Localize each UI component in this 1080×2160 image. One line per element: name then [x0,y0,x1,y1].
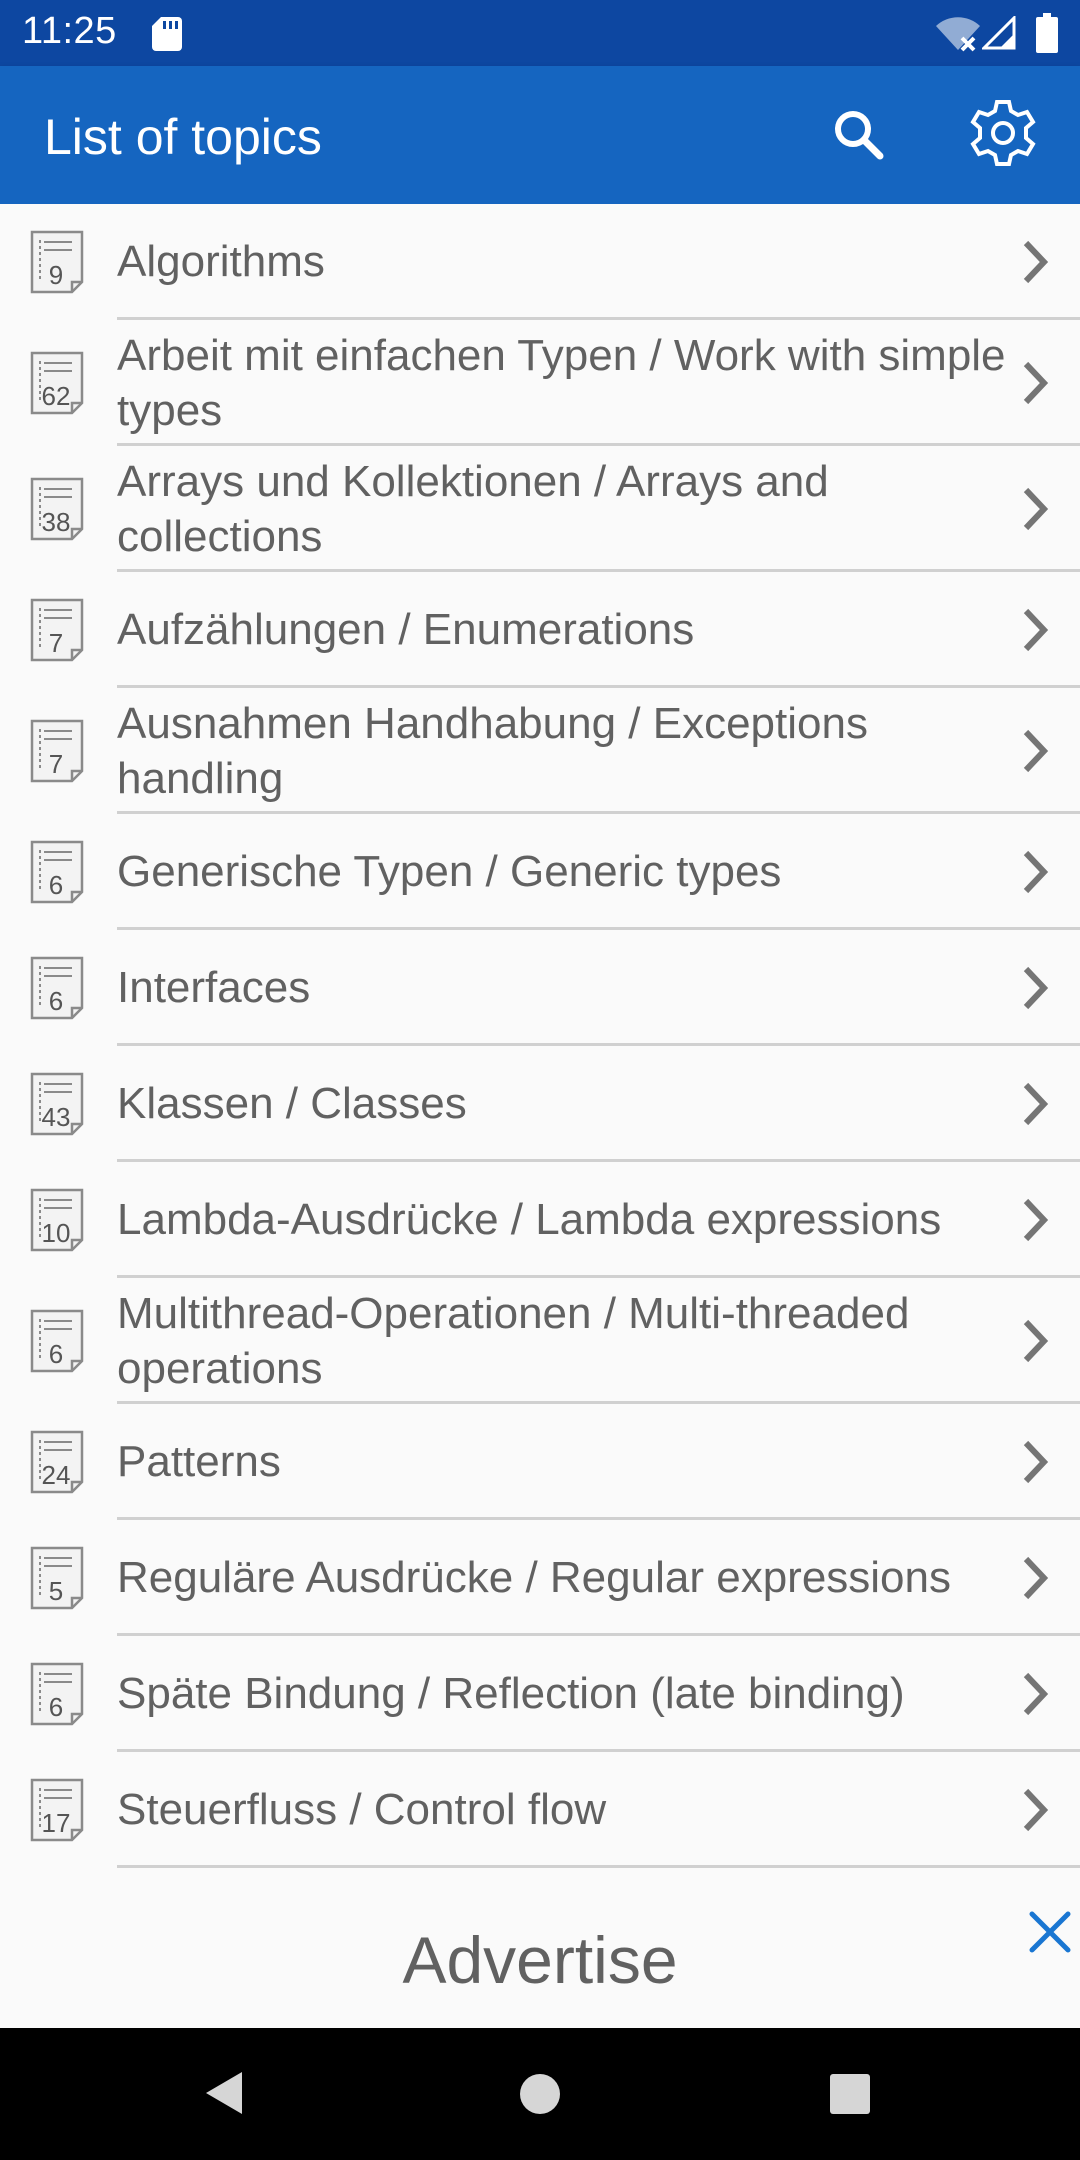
list-item[interactable]: 43 Klassen / Classes [0,1046,1080,1162]
document-count-icon: 17 [30,1778,86,1842]
close-icon[interactable] [1024,1906,1076,1958]
recents-icon[interactable] [828,2072,872,2116]
chevron-right-icon [1023,608,1049,652]
ad-text: Advertise [402,1923,678,1997]
document-count-icon: 6 [30,1309,86,1373]
document-count-icon: 43 [30,1072,86,1136]
document-count-icon: 62 [30,351,86,415]
ad-banner[interactable]: Advertise [0,1884,1080,2028]
topic-label: Interfaces [117,963,311,1012]
chevron-right-icon [1023,1319,1049,1363]
topic-label: Steuerfluss / Control flow [117,1785,607,1834]
document-count-icon: 10 [30,1188,86,1252]
document-count-icon: 6 [30,956,86,1020]
topic-count: 10 [41,1218,71,1248]
document-count-icon: 7 [30,598,86,662]
app-bar: List of topics [0,66,1080,204]
topic-count: 7 [48,749,64,779]
topic-count: 6 [48,1339,64,1369]
topic-count: 9 [48,260,64,290]
list-item[interactable]: 62 Arbeit mit einfachen Typen / Work with… [0,320,1080,446]
back-icon[interactable] [202,2068,246,2118]
battery-icon [1036,13,1058,53]
page-title: List of topics [44,109,322,165]
chevron-right-icon [1023,487,1049,531]
topic-count: 6 [48,870,64,900]
topic-label: Multithread-Operationen / Multi-threaded… [117,1289,910,1393]
topic-label: Arbeit mit einfachen Typen / Work with s… [117,331,1006,435]
topic-count: 5 [48,1576,64,1606]
document-count-icon: 24 [30,1430,86,1494]
chevron-right-icon [1023,1082,1049,1126]
status-bar: 11:25 [0,0,1080,66]
topic-label: Algorithms [117,237,325,286]
document-count-icon: 7 [30,719,86,783]
list-item[interactable]: 9 Algorithms [0,204,1080,320]
topic-list[interactable]: 9 Algorithms 62 Arbeit mit einfachen Typen … [0,204,1080,1884]
list-item[interactable]: 24 Patterns [0,1404,1080,1520]
gear-icon[interactable] [966,96,1040,170]
chevron-right-icon [1023,1788,1049,1832]
list-item[interactable]: 5 Reguläre Ausdrücke / Regular expression… [0,1520,1080,1636]
search-icon[interactable] [826,102,892,168]
home-icon[interactable] [518,2072,562,2116]
topic-count: 17 [41,1808,71,1838]
topic-label: Reguläre Ausdrücke / Regular expressions [117,1553,952,1602]
chevron-right-icon [1023,1440,1049,1484]
topic-count: 62 [41,381,71,411]
topic-count: 6 [48,986,64,1016]
list-item[interactable]: 7 Ausnahmen Handhabung / Exceptions handl… [0,688,1080,814]
topic-count: 43 [41,1102,71,1132]
chevron-right-icon [1023,240,1049,284]
topic-count: 6 [48,1692,64,1722]
chevron-right-icon [1023,850,1049,894]
topic-count: 7 [48,628,64,658]
chevron-right-icon [1023,1672,1049,1716]
signal-icon [982,16,1016,50]
document-count-icon: 5 [30,1546,86,1610]
topic-label: Patterns [117,1437,281,1486]
document-count-icon: 9 [30,230,86,294]
list-item[interactable]: 17 Steuerfluss / Control flow [0,1752,1080,1868]
list-item[interactable]: 10 Lambda-Ausdrücke / Lambda expressions [0,1162,1080,1278]
list-item[interactable]: 38 Arrays und Kollektionen / Arrays and c… [0,446,1080,572]
list-item[interactable]: 6 Interfaces [0,930,1080,1046]
sd-card-icon [152,17,182,51]
chevron-right-icon [1023,1556,1049,1600]
status-time: 11:25 [22,10,117,52]
list-item[interactable]: 6 Generische Typen / Generic types [0,814,1080,930]
topic-label: Klassen / Classes [117,1079,467,1128]
system-nav-bar [0,2028,1080,2160]
list-item[interactable]: Strukturen (Datensätze) / Structures [0,1868,1080,1884]
chevron-right-icon [1023,1198,1049,1242]
chevron-right-icon [1023,729,1049,773]
document-count-icon: 38 [30,477,86,541]
topic-label: Generische Typen / Generic types [117,847,782,896]
list-item[interactable]: 6 Späte Bindung / Reflection (late bindin… [0,1636,1080,1752]
list-item[interactable]: 6 Multithread-Operationen / Multi-threade… [0,1278,1080,1404]
chevron-right-icon [1023,966,1049,1010]
topic-label: Späte Bindung / Reflection (late binding… [117,1669,905,1718]
topic-count: 24 [41,1460,71,1490]
topic-label: Ausnahmen Handhabung / Exceptions handli… [117,699,868,803]
topic-label: Aufzählungen / Enumerations [117,605,695,654]
wifi-off-icon [936,17,980,52]
topic-count: 38 [41,507,71,537]
topic-label: Lambda-Ausdrücke / Lambda expressions [117,1195,942,1244]
topic-label: Arrays und Kollektionen / Arrays and col… [117,457,829,561]
chevron-right-icon [1023,361,1049,405]
list-item[interactable]: 7 Aufzählungen / Enumerations [0,572,1080,688]
document-count-icon: 6 [30,1662,86,1726]
document-count-icon: 6 [30,840,86,904]
